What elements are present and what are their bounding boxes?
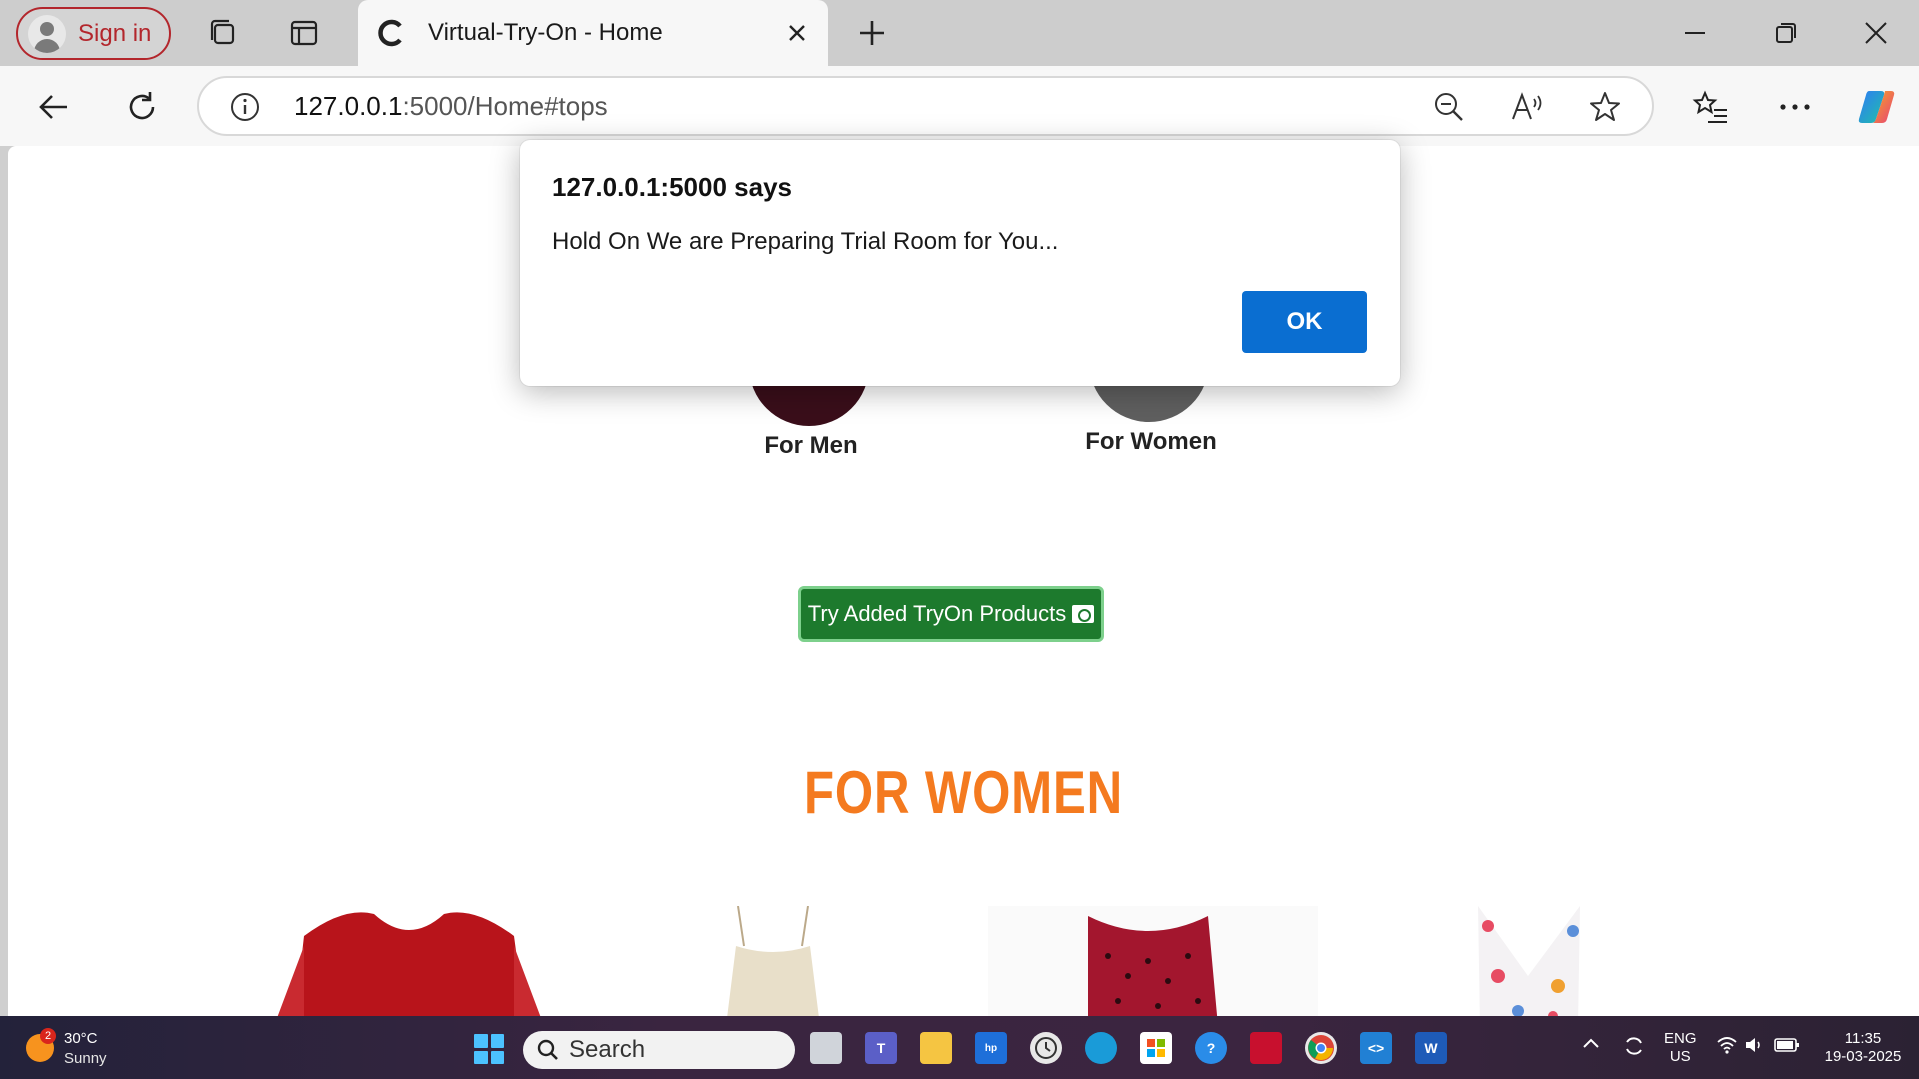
- vscode-icon[interactable]: <>: [1360, 1032, 1392, 1064]
- product-floral-top[interactable]: [1458, 906, 1598, 1016]
- restore-icon[interactable]: [1761, 13, 1811, 53]
- browser-toolbar: 127.0.0.1:5000/Home#tops: [0, 66, 1919, 146]
- sign-in-button[interactable]: Sign in: [16, 7, 171, 60]
- language-indicator[interactable]: ENG US: [1664, 1030, 1697, 1066]
- section-title: FOR WOMEN: [804, 759, 1123, 826]
- search-icon: [537, 1039, 558, 1060]
- dialog-message: Hold On We are Preparing Trial Room for …: [552, 228, 1059, 255]
- product-cream-camisole[interactable]: [708, 906, 838, 1016]
- tab-title: Virtual-Try-On - Home: [428, 19, 663, 46]
- minimize-icon[interactable]: [1670, 13, 1720, 53]
- sync-icon[interactable]: [1622, 1034, 1646, 1063]
- try-button-label: Try Added TryOn Products: [807, 601, 1067, 626]
- category-women-label[interactable]: For Women: [1048, 428, 1254, 456]
- sign-in-label: Sign in: [78, 19, 152, 47]
- copilot-icon[interactable]: [1854, 84, 1900, 130]
- address-bar[interactable]: 127.0.0.1:5000/Home#tops: [197, 76, 1654, 136]
- close-window-icon[interactable]: [1851, 13, 1901, 53]
- product-red-lace-top[interactable]: [264, 906, 554, 1016]
- clock-app-icon[interactable]: [1030, 1032, 1062, 1064]
- volume-icon[interactable]: [1744, 1036, 1766, 1059]
- favorites-list-icon[interactable]: [1688, 84, 1734, 130]
- start-windows-icon[interactable]: [474, 1034, 504, 1064]
- show-hidden-icons-chevron[interactable]: [1582, 1036, 1600, 1055]
- camera-icon: [1072, 605, 1095, 623]
- language-code: ENG: [1664, 1030, 1697, 1047]
- category-men-label[interactable]: For Men: [708, 432, 914, 460]
- weather-badge: 2: [40, 1028, 56, 1044]
- close-tab-icon[interactable]: [782, 18, 812, 48]
- active-tab[interactable]: Virtual-Try-On - Home: [358, 0, 828, 66]
- try-added-products-button[interactable]: Try Added TryOn Products: [798, 586, 1104, 642]
- url-path: :5000/Home#tops: [402, 91, 608, 121]
- battery-icon[interactable]: [1774, 1037, 1800, 1058]
- ok-button[interactable]: OK: [1242, 291, 1367, 353]
- site-info-icon[interactable]: [225, 87, 265, 127]
- file-explorer-icon[interactable]: [920, 1032, 952, 1064]
- search-placeholder: Search: [569, 1036, 646, 1063]
- system-clock[interactable]: 11:35 19-03-2025: [1818, 1030, 1908, 1066]
- weather-condition[interactable]: Sunny: [64, 1050, 107, 1067]
- taskbar-search[interactable]: Search: [523, 1031, 795, 1069]
- weather-temperature[interactable]: 30°C: [64, 1030, 98, 1047]
- new-tab-button[interactable]: [852, 13, 892, 53]
- chrome-icon[interactable]: [1305, 1032, 1337, 1064]
- favorite-star-icon[interactable]: [1585, 87, 1625, 127]
- read-aloud-icon[interactable]: [1507, 87, 1547, 127]
- profile-avatar-icon: [28, 14, 66, 53]
- back-arrow-icon[interactable]: [31, 84, 77, 130]
- get-help-icon[interactable]: ?: [1195, 1032, 1227, 1064]
- region-code: US: [1669, 1048, 1691, 1065]
- loading-favicon-icon: [374, 16, 408, 50]
- teams-icon[interactable]: T: [865, 1032, 897, 1064]
- mcafee-icon[interactable]: [1250, 1032, 1282, 1064]
- zoom-out-icon[interactable]: [1429, 87, 1469, 127]
- word-icon[interactable]: W: [1415, 1032, 1447, 1064]
- microsoft-store-icon[interactable]: [1140, 1032, 1172, 1064]
- alert-dialog: 127.0.0.1:5000 says Hold On We are Prepa…: [520, 140, 1400, 386]
- more-options-icon[interactable]: [1772, 84, 1818, 130]
- windows-taskbar: 2 30°C Sunny Search T hp ? <> W ENG US 1…: [0, 1016, 1919, 1079]
- tab-strip: Sign in Virtual-Try-On - Home: [0, 0, 1919, 66]
- url-text[interactable]: 127.0.0.1:5000/Home#tops: [294, 91, 608, 122]
- wifi-icon[interactable]: [1716, 1036, 1738, 1059]
- refresh-icon[interactable]: [119, 84, 165, 130]
- dialog-title: 127.0.0.1:5000 says: [552, 172, 792, 202]
- workspaces-icon[interactable]: [203, 13, 243, 53]
- url-host: 127.0.0.1: [294, 91, 403, 121]
- product-polka-dot-top[interactable]: [988, 906, 1318, 1016]
- clock-time: 11:35: [1844, 1030, 1882, 1047]
- vertical-tabs-icon[interactable]: [284, 13, 324, 53]
- myhp-icon[interactable]: hp: [975, 1032, 1007, 1064]
- clock-date: 19-03-2025: [1824, 1048, 1902, 1065]
- edge-browser-icon[interactable]: [1085, 1032, 1117, 1064]
- task-view-icon[interactable]: [810, 1032, 842, 1064]
